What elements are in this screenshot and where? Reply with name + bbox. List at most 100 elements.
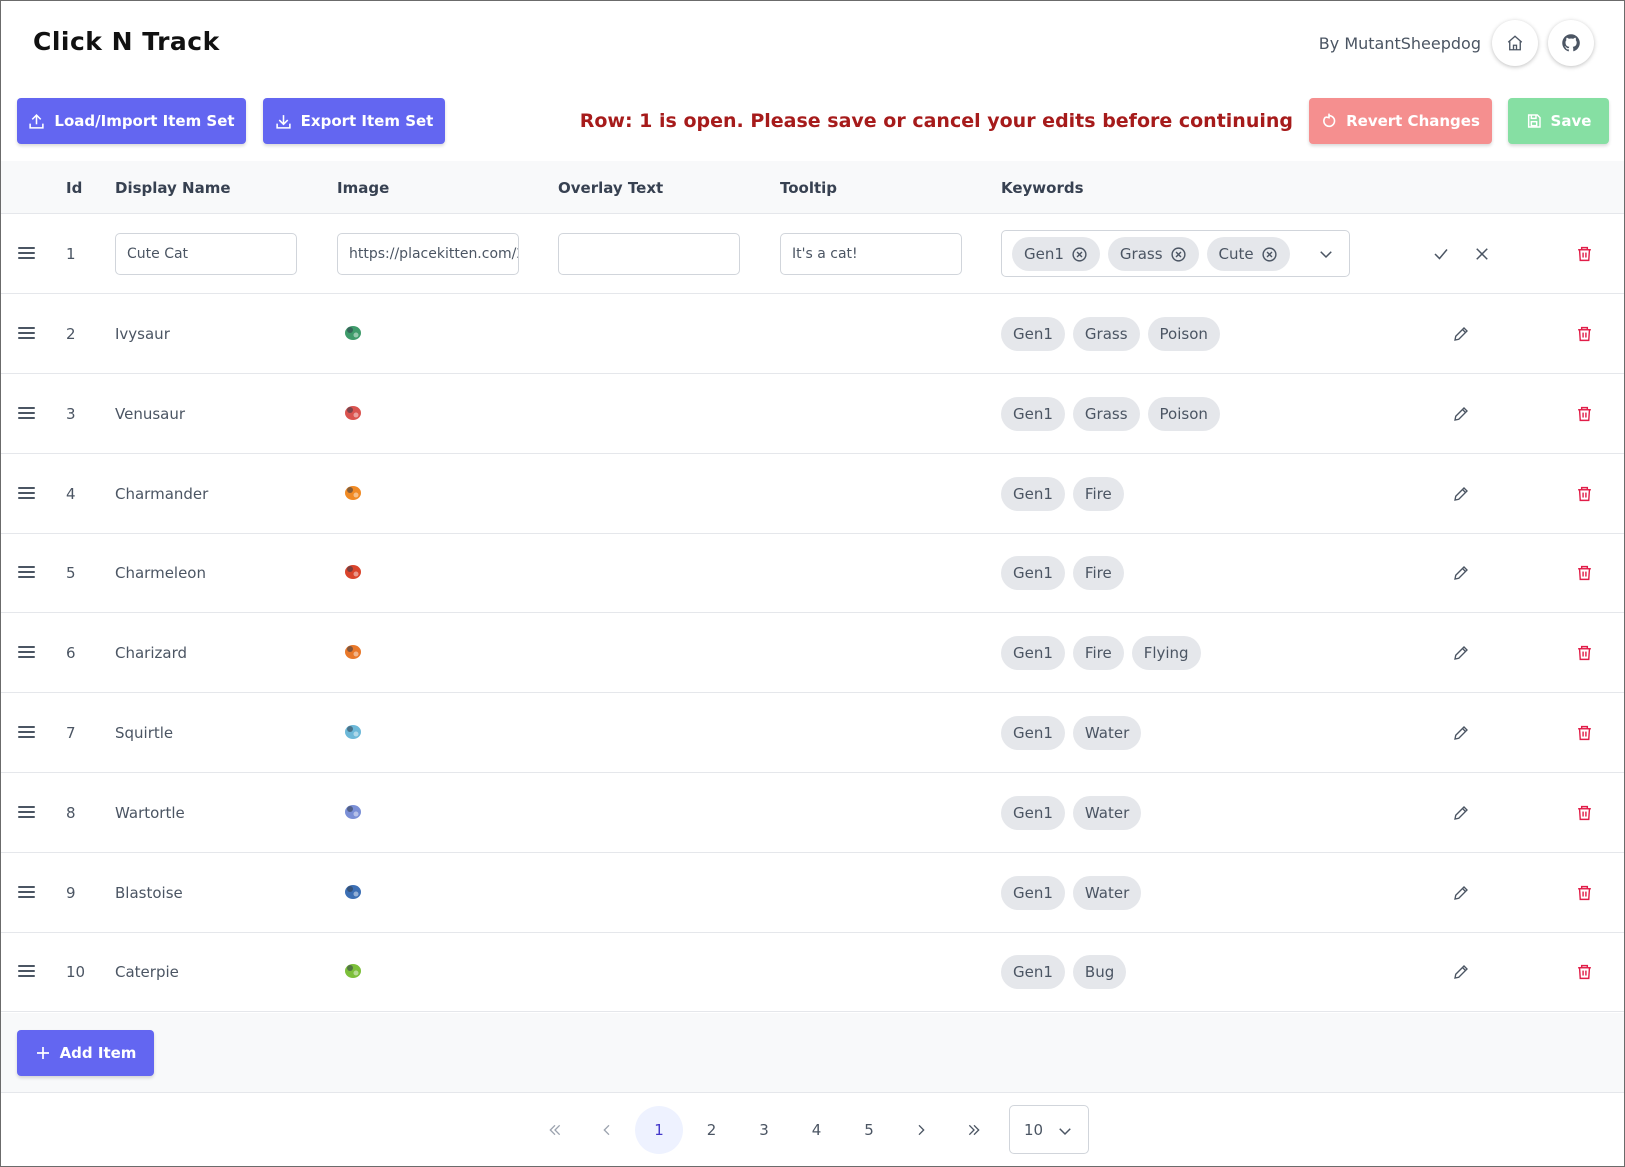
drag-handle-icon[interactable] [18, 487, 35, 499]
pencil-icon [1454, 806, 1468, 820]
drag-handle-icon[interactable] [18, 247, 35, 259]
delete-row-button[interactable] [1574, 484, 1594, 504]
delete-row-button[interactable] [1574, 723, 1594, 743]
drag-handle-icon[interactable] [18, 646, 35, 658]
keyword-chip: Poison [1147, 397, 1220, 431]
column-header-tooltip[interactable]: Tooltip [780, 179, 837, 197]
revert-changes-button[interactable]: Revert Changes [1309, 98, 1492, 144]
keyword-chips: Gen1 Bug [1001, 955, 1127, 989]
home-button[interactable] [1492, 20, 1538, 66]
column-header-overlay-text[interactable]: Overlay Text [558, 179, 663, 197]
column-header-image[interactable]: Image [337, 179, 389, 197]
pokemon-sprite [345, 645, 361, 659]
save-button[interactable]: Save [1508, 98, 1609, 144]
row-display-name: Charmander [115, 485, 209, 503]
trash-icon [1577, 565, 1591, 581]
keyword-chip: Cute [1206, 237, 1290, 271]
keyword-chips: Gen1 Fire Flying [1001, 636, 1201, 670]
page-button[interactable]: 1 [635, 1106, 683, 1154]
pencil-icon [1454, 646, 1468, 660]
delete-row-button[interactable] [1574, 324, 1594, 344]
keyword-chip-label: Grass [1119, 245, 1163, 263]
author-credit: By MutantSheepdog [1318, 34, 1481, 53]
chevron-left-icon [603, 1124, 610, 1136]
row-display-name: Ivysaur [115, 325, 170, 343]
drag-handle-icon[interactable] [18, 566, 35, 578]
pencil-icon [1454, 965, 1468, 979]
edit-row-button[interactable] [1451, 883, 1471, 903]
paginator: 12345 10 [1, 1093, 1624, 1167]
column-header-id[interactable]: Id [66, 179, 82, 197]
tooltip-input[interactable]: It's a cat! [780, 233, 962, 275]
pencil-icon [1454, 407, 1468, 421]
edit-row-button[interactable] [1451, 324, 1471, 344]
drag-handle-icon[interactable] [18, 726, 35, 738]
drag-handle-icon[interactable] [18, 407, 35, 419]
keyword-chip: Grass [1072, 317, 1140, 351]
edit-row-button[interactable] [1451, 723, 1471, 743]
rows-per-page-select[interactable]: 10 [1009, 1105, 1089, 1154]
confirm-edit-button[interactable] [1431, 244, 1451, 264]
github-icon [1562, 34, 1580, 52]
edit-row-button[interactable] [1451, 803, 1471, 823]
drag-handle-icon[interactable] [18, 886, 35, 898]
delete-row-button[interactable] [1574, 244, 1594, 264]
drag-handle-icon[interactable] [18, 806, 35, 818]
github-button[interactable] [1548, 20, 1594, 66]
keyword-chip: Gen1 [1001, 876, 1065, 910]
delete-row-button[interactable] [1574, 404, 1594, 424]
delete-row-button[interactable] [1574, 883, 1594, 903]
keyword-chip: Gen1 [1001, 477, 1065, 511]
keyword-chip: Fire [1072, 556, 1124, 590]
last-page-button[interactable] [950, 1106, 998, 1154]
page-button[interactable]: 5 [845, 1106, 893, 1154]
plus-icon [36, 1047, 49, 1059]
export-button[interactable]: Export Item Set [263, 98, 445, 144]
pokemon-sprite [345, 964, 361, 978]
trash-icon [1577, 885, 1591, 901]
remove-chip-icon[interactable] [1170, 246, 1187, 263]
delete-row-button[interactable] [1574, 803, 1594, 823]
prev-page-button[interactable] [583, 1106, 631, 1154]
add-item-area: Add Item [1, 1013, 1624, 1093]
download-icon [276, 114, 291, 129]
pokemon-sprite [345, 885, 361, 899]
display-name-input[interactable]: Cute Cat [115, 233, 297, 275]
keyword-chips: Gen1 Grass Poison [1001, 317, 1220, 351]
keyword-chip: Poison [1147, 317, 1220, 351]
next-page-button[interactable] [897, 1106, 945, 1154]
remove-chip-icon[interactable] [1261, 246, 1278, 263]
table-row: 3 Venusaur Gen1 Grass Poison [1, 374, 1624, 454]
trash-icon [1577, 645, 1591, 661]
keyword-chip: Gen1 [1001, 636, 1065, 670]
image-url-input[interactable]: https://placekitten.com/2( [337, 233, 519, 275]
drag-handle-icon[interactable] [18, 965, 35, 977]
cancel-edit-button[interactable] [1472, 244, 1492, 264]
page-button[interactable]: 3 [740, 1106, 788, 1154]
row-display-name: Charmeleon [115, 564, 206, 582]
page-button[interactable]: 2 [688, 1106, 736, 1154]
row-id: 10 [66, 963, 86, 981]
remove-chip-icon[interactable] [1071, 246, 1088, 263]
edit-row-button[interactable] [1451, 404, 1471, 424]
column-header-display-name[interactable]: Display Name [115, 179, 231, 197]
edit-row-button[interactable] [1451, 962, 1471, 982]
overlay-text-input[interactable] [558, 233, 740, 275]
first-page-button[interactable] [531, 1106, 579, 1154]
edit-row-button[interactable] [1451, 643, 1471, 663]
edit-row-button[interactable] [1451, 484, 1471, 504]
delete-row-button[interactable] [1574, 962, 1594, 982]
table-row: 8 Wartortle Gen1 Water [1, 773, 1624, 853]
keywords-multiselect[interactable]: Gen1 Grass Cute [1001, 230, 1350, 277]
column-header-keywords[interactable]: Keywords [1001, 179, 1084, 197]
delete-row-button[interactable] [1574, 563, 1594, 583]
toolbar: Load/Import Item Set Export Item Set Row… [1, 85, 1624, 161]
drag-handle-icon[interactable] [18, 327, 35, 339]
row-id: 5 [66, 564, 76, 582]
load-import-button[interactable]: Load/Import Item Set [17, 98, 246, 144]
edit-row-button[interactable] [1451, 563, 1471, 583]
add-item-button[interactable]: Add Item [17, 1030, 154, 1076]
delete-row-button[interactable] [1574, 643, 1594, 663]
page-button[interactable]: 4 [793, 1106, 841, 1154]
pencil-icon [1454, 726, 1468, 740]
